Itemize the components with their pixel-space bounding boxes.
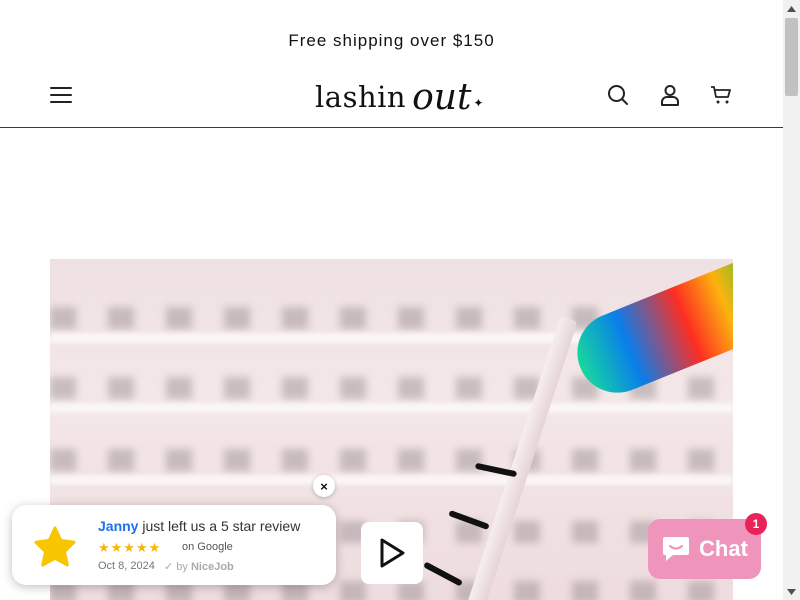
scrollbar[interactable] bbox=[783, 0, 800, 600]
site-header: lashin out ✦ bbox=[0, 64, 783, 128]
menu-icon[interactable] bbox=[48, 82, 74, 108]
play-video-button[interactable] bbox=[361, 522, 423, 584]
chat-button[interactable]: Chat bbox=[648, 519, 761, 579]
logo-text-script: out bbox=[412, 77, 472, 118]
scrollbar-thumb[interactable] bbox=[785, 18, 798, 96]
review-text: just left us a 5 star review bbox=[138, 518, 301, 534]
review-notification[interactable]: Janny just left us a 5 star review ★★★★★… bbox=[12, 505, 336, 585]
review-by-brand[interactable]: NiceJob bbox=[191, 561, 234, 573]
hero-strip bbox=[50, 403, 733, 413]
hero-strip bbox=[50, 475, 733, 485]
review-source: on Google bbox=[182, 541, 233, 553]
play-icon bbox=[380, 538, 405, 568]
chat-label: Chat bbox=[699, 536, 748, 561]
cart-icon[interactable] bbox=[708, 82, 734, 108]
chat-unread-badge: 1 bbox=[745, 513, 767, 535]
check-icon: ✓ bbox=[164, 561, 177, 573]
logo-text-primary: lashin bbox=[315, 80, 407, 114]
review-close-button[interactable]: × bbox=[313, 475, 335, 497]
reviewer-name[interactable]: Janny bbox=[98, 518, 138, 534]
hero-lash-row bbox=[50, 449, 733, 471]
close-icon: × bbox=[320, 478, 328, 494]
review-date: Oct 8, 2024 bbox=[98, 560, 155, 572]
review-stars-icon: ★★★★★ bbox=[98, 540, 162, 555]
search-icon[interactable] bbox=[605, 82, 631, 108]
scroll-down-arrow-icon[interactable] bbox=[783, 583, 800, 600]
review-headline: Janny just left us a 5 star review bbox=[98, 518, 300, 534]
announcement-text: Free shipping over $150 bbox=[288, 31, 495, 50]
site-logo[interactable]: lashin out ✦ bbox=[315, 66, 483, 122]
review-attribution: ✓ by NiceJob bbox=[164, 560, 234, 573]
logo-sparkle-icon: ✦ bbox=[473, 96, 484, 110]
scroll-up-arrow-icon[interactable] bbox=[783, 0, 800, 17]
chat-bubble-icon bbox=[663, 537, 690, 561]
star-badge-icon bbox=[34, 526, 76, 567]
review-by-prefix: by bbox=[176, 561, 191, 573]
account-icon[interactable] bbox=[657, 82, 683, 108]
